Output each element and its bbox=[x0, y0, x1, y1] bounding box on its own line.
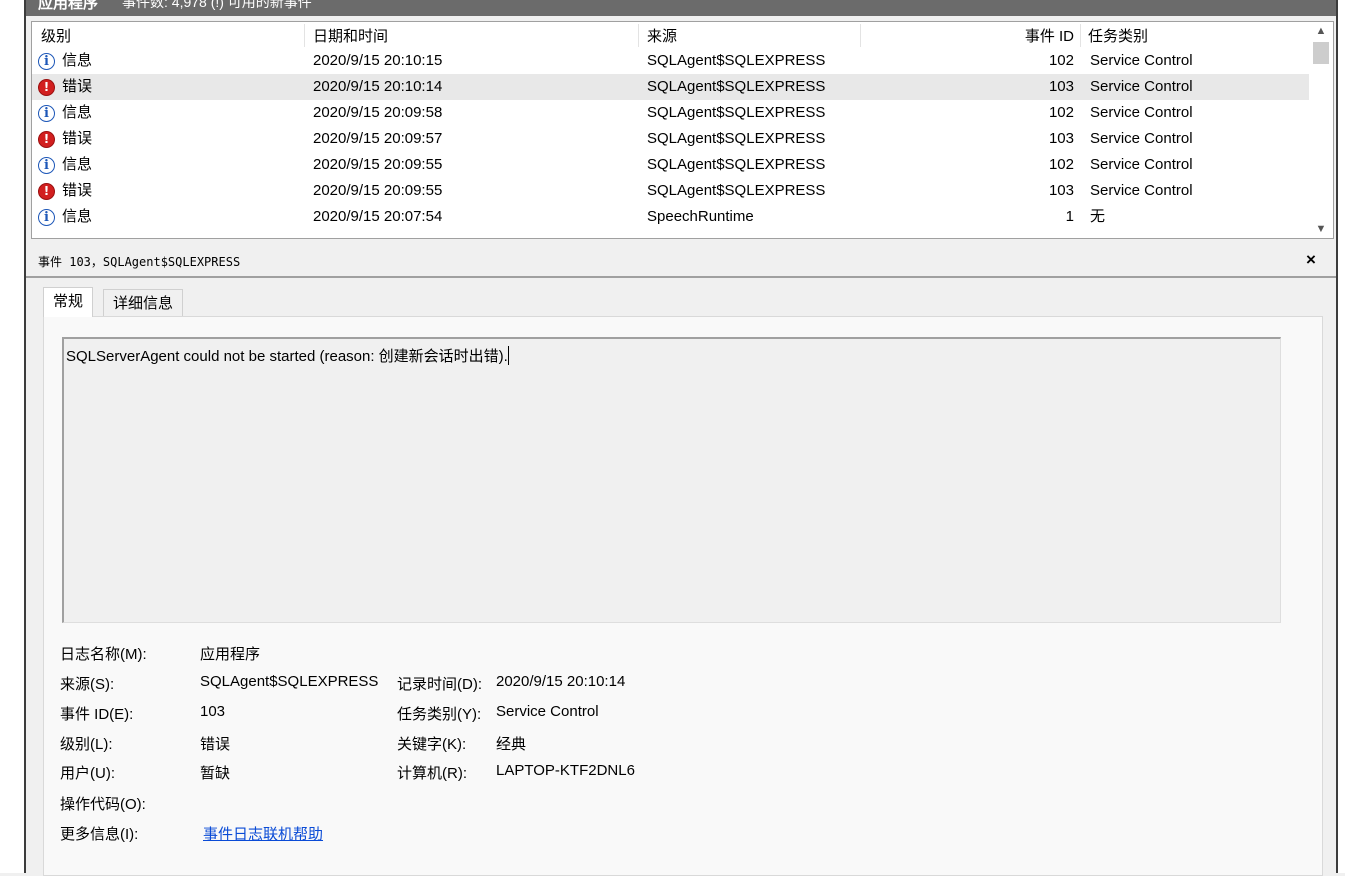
opcode-label: 操作代码(O): bbox=[60, 796, 146, 813]
column-source[interactable]: 来源 bbox=[647, 27, 677, 47]
cell-event-id: 102 bbox=[1048, 156, 1074, 173]
column-datetime[interactable]: 日期和时间 bbox=[313, 27, 388, 47]
scroll-down-arrow-icon[interactable]: ▼ bbox=[1309, 220, 1333, 238]
cell-datetime: 2020/9/15 20:10:14 bbox=[313, 78, 443, 95]
table-row[interactable]: i 信息 2020/9/15 20:09:58 SQLAgent$SQLEXPRESS… bbox=[32, 100, 1309, 126]
cell-source: SQLAgent$SQLEXPRESS bbox=[647, 156, 826, 173]
table-row[interactable]: ! 错误 2020/9/15 20:09:57 SQLAgent$SQLEXPRESS… bbox=[32, 126, 1309, 152]
cell-task-category: Service Control bbox=[1090, 156, 1193, 173]
cell-event-id: 103 bbox=[1048, 78, 1074, 95]
column-divider[interactable] bbox=[1080, 24, 1081, 47]
table-row[interactable]: i 信息 2020/9/15 20:07:54 SpeechRuntime 1 无 bbox=[32, 204, 1309, 230]
column-divider[interactable] bbox=[638, 24, 639, 47]
computer-label: 计算机(R): bbox=[397, 765, 467, 782]
cell-event-id: 1 bbox=[1065, 208, 1074, 225]
user-value[interactable]: 暂缺 bbox=[200, 762, 230, 783]
info-icon: i bbox=[38, 105, 55, 122]
event-detail-header: 事件 103，SQLAgent$SQLEXPRESS × bbox=[26, 246, 1336, 278]
task-category-label: 任务类别(Y): bbox=[397, 706, 482, 723]
cell-source: SQLAgent$SQLEXPRESS bbox=[647, 182, 826, 199]
column-divider[interactable] bbox=[304, 24, 305, 47]
cell-level: 错误 bbox=[62, 130, 93, 147]
more-info-label: 更多信息(I): bbox=[60, 826, 139, 843]
close-icon[interactable]: × bbox=[1306, 250, 1316, 270]
column-level[interactable]: 级别 bbox=[41, 27, 71, 47]
keywords-label: 关键字(K): bbox=[397, 736, 467, 753]
computer-value[interactable]: LAPTOP-KTF2DNL6 bbox=[496, 762, 635, 779]
event-description: SQLServerAgent could not be started (rea… bbox=[66, 346, 509, 365]
table-row[interactable]: ! 错误 2020/9/15 20:10:14 SQLAgent$SQLEXPRESS… bbox=[32, 74, 1309, 100]
column-task-category[interactable]: 任务类别 bbox=[1088, 27, 1148, 47]
error-icon: ! bbox=[38, 79, 55, 96]
cell-event-id: 102 bbox=[1048, 104, 1074, 121]
info-icon: i bbox=[38, 209, 55, 226]
cell-task-category: Service Control bbox=[1090, 104, 1193, 121]
scroll-thumb[interactable] bbox=[1313, 42, 1329, 64]
table-row[interactable]: i 信息 2020/9/15 20:09:55 SQLAgent$SQLEXPRESS… bbox=[32, 152, 1309, 178]
cell-level: 错误 bbox=[62, 78, 93, 95]
left-border bbox=[24, 0, 26, 873]
scroll-up-arrow-icon[interactable]: ▲ bbox=[1309, 22, 1333, 40]
event-count: 事件数: 4,978 (!) 可用的新事件 bbox=[122, 0, 312, 10]
cell-task-category: Service Control bbox=[1090, 182, 1193, 199]
cell-event-id: 103 bbox=[1048, 182, 1074, 199]
level-value[interactable]: 错误 bbox=[200, 733, 230, 754]
info-icon: i bbox=[38, 53, 55, 70]
cell-datetime: 2020/9/15 20:09:55 bbox=[313, 182, 443, 199]
vertical-scrollbar[interactable]: ▲ ▼ bbox=[1309, 22, 1333, 238]
column-event-id[interactable]: 事件 ID bbox=[1012, 27, 1074, 47]
cell-task-category: Service Control bbox=[1090, 52, 1193, 69]
event-detail-title: 事件 103，SQLAgent$SQLEXPRESS bbox=[38, 255, 241, 269]
cell-source: SQLAgent$SQLEXPRESS bbox=[647, 52, 826, 69]
cell-level: 信息 bbox=[62, 104, 93, 121]
cell-task-category: Service Control bbox=[1090, 78, 1193, 95]
error-icon: ! bbox=[38, 131, 55, 148]
log-name: 应用程序 bbox=[38, 0, 99, 12]
event-id-value[interactable]: 103 bbox=[200, 703, 225, 720]
cell-datetime: 2020/9/15 20:09:55 bbox=[313, 156, 443, 173]
cell-task-category: Service Control bbox=[1090, 130, 1193, 147]
cell-event-id: 102 bbox=[1048, 52, 1074, 69]
cell-level: 信息 bbox=[62, 208, 93, 225]
cell-datetime: 2020/9/15 20:09:58 bbox=[313, 104, 443, 121]
logged-value[interactable]: 2020/9/15 20:10:14 bbox=[496, 673, 625, 690]
cell-level: 信息 bbox=[62, 52, 93, 69]
tab-details[interactable]: 详细信息 bbox=[103, 289, 184, 317]
cell-level: 错误 bbox=[62, 182, 93, 199]
keywords-value[interactable]: 经典 bbox=[496, 733, 526, 754]
log-name-label: 日志名称(M): bbox=[60, 646, 147, 663]
logged-label: 记录时间(D): bbox=[397, 676, 482, 693]
log-name-value[interactable]: 应用程序 bbox=[200, 643, 260, 664]
info-icon: i bbox=[38, 157, 55, 174]
tab-general[interactable]: 常规 bbox=[43, 287, 94, 317]
left-margin bbox=[0, 0, 24, 873]
level-label: 级别(L): bbox=[60, 736, 113, 753]
cell-source: SQLAgent$SQLEXPRESS bbox=[647, 78, 826, 95]
right-margin bbox=[1338, 0, 1345, 873]
user-label: 用户(U): bbox=[60, 765, 115, 782]
column-header: 级别 日期和时间 来源 事件 ID 任务类别 bbox=[32, 22, 1307, 49]
cell-source: SQLAgent$SQLEXPRESS bbox=[647, 104, 826, 121]
cell-datetime: 2020/9/15 20:09:57 bbox=[313, 130, 443, 147]
cell-task-category: 无 bbox=[1090, 208, 1106, 225]
log-title-bar: 应用程序 事件数: 4,978 (!) 可用的新事件 bbox=[26, 0, 1336, 16]
table-row[interactable]: i 信息 2020/9/15 20:10:15 SQLAgent$SQLEXPRESS… bbox=[32, 48, 1309, 74]
event-list[interactable]: 级别 日期和时间 来源 事件 ID 任务类别 i 信息 2020/9/15 20:1… bbox=[31, 21, 1334, 239]
online-help-link[interactable]: 事件日志联机帮助 bbox=[203, 823, 323, 844]
table-row[interactable]: ! 错误 2020/9/15 20:09:55 SQLAgent$SQLEXPRESS… bbox=[32, 178, 1309, 204]
cell-datetime: 2020/9/15 20:07:54 bbox=[313, 208, 443, 225]
error-icon: ! bbox=[38, 183, 55, 200]
cell-event-id: 103 bbox=[1048, 130, 1074, 147]
event-id-label: 事件 ID(E): bbox=[60, 706, 134, 723]
event-description-box[interactable]: SQLServerAgent could not be started (rea… bbox=[62, 337, 1281, 623]
task-category-value[interactable]: Service Control bbox=[496, 703, 599, 720]
cell-datetime: 2020/9/15 20:10:15 bbox=[313, 52, 443, 69]
cell-source: SpeechRuntime bbox=[647, 208, 754, 225]
cell-source: SQLAgent$SQLEXPRESS bbox=[647, 130, 826, 147]
text-caret bbox=[507, 346, 509, 365]
source-label: 来源(S): bbox=[60, 676, 115, 693]
cell-level: 信息 bbox=[62, 156, 93, 173]
source-value[interactable]: SQLAgent$SQLEXPRESS bbox=[200, 673, 378, 690]
column-divider[interactable] bbox=[860, 24, 861, 47]
